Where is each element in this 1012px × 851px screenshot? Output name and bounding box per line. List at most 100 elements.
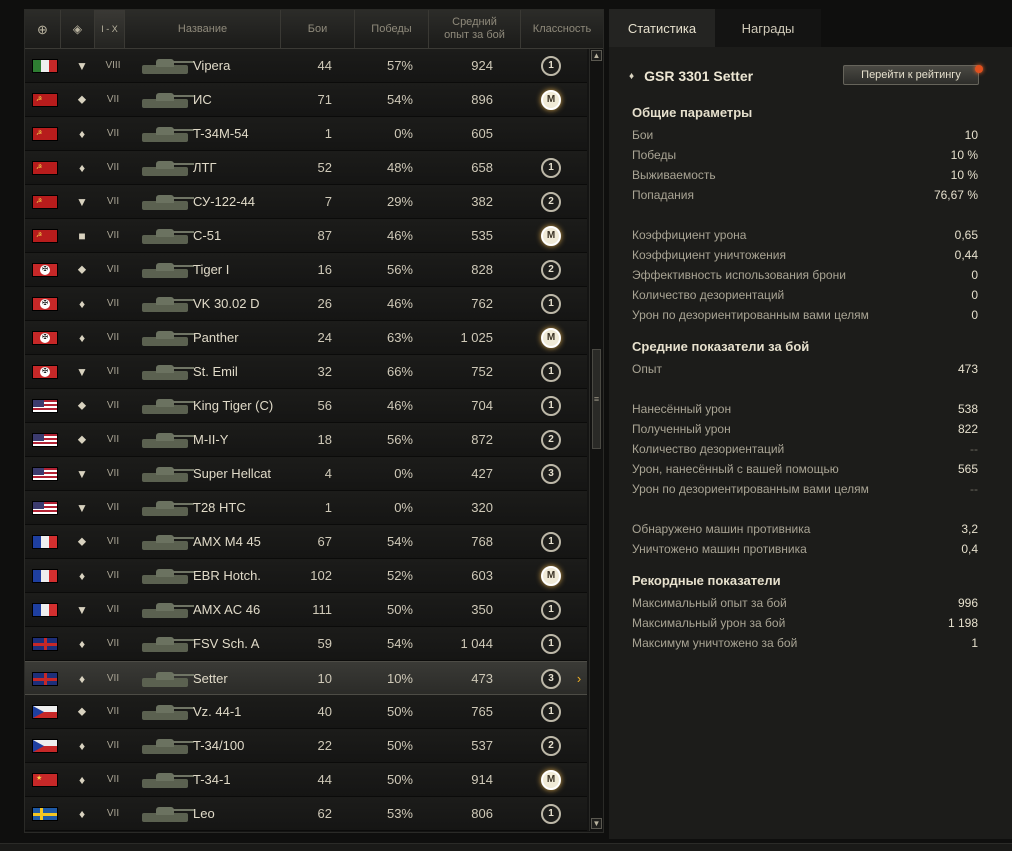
tank-icon	[136, 531, 196, 553]
notification-dot-icon	[975, 65, 983, 73]
table-row[interactable]: ▼ VIII Vipera 44 57% 924 1	[25, 49, 587, 83]
vehicle-type-icon: ♦	[78, 126, 86, 141]
avg-exp-cell: 658	[471, 160, 493, 175]
stat-label: Победы	[632, 148, 677, 162]
class-column-header[interactable]: Классность	[521, 10, 603, 48]
avg-exp-column-header[interactable]: Средний опыт за бой	[429, 10, 521, 48]
stat-label: Количество дезориентаций	[632, 442, 785, 456]
stat-value: 565	[957, 462, 978, 476]
wins-cell: 54%	[386, 534, 413, 549]
tank-thumbnail	[133, 797, 199, 830]
vehicle-name: Vipera	[193, 58, 231, 73]
stat-row: Победы 10 %	[632, 145, 978, 165]
table-row[interactable]: ☭ ▼ VII СУ-122-44 7 29% 382 2	[25, 185, 587, 219]
nation-cell	[31, 593, 59, 626]
table-row[interactable]: ☭ ♦ VII ЛТГ 52 48% 658 1	[25, 151, 587, 185]
table-row[interactable]: ☭ ⬥ VII ИС 71 54% 896 M	[25, 83, 587, 117]
tier-filter-button[interactable]: I - X	[95, 10, 125, 48]
tab-awards[interactable]: Награды	[715, 9, 821, 47]
stat-label: Максимум уничтожено за бой	[632, 636, 798, 650]
table-row[interactable]: ⬥ VII AMX M4 45 67 54% 768 1	[25, 525, 587, 559]
mastery-badge-icon: 3	[541, 668, 561, 689]
table-row[interactable]: ✠ ▼ VII St. Emil 32 66% 752 1	[25, 355, 587, 389]
tank-thumbnail	[133, 49, 199, 82]
mastery-badge-icon: 2	[541, 259, 561, 280]
vehicle-type-icon: ⬥	[77, 262, 87, 276]
type-filter-button[interactable]: ◈	[61, 10, 95, 48]
tank-thumbnail	[133, 151, 199, 184]
table-row[interactable]: ♦ VII Setter 10 10% 473 3 ›	[25, 661, 587, 695]
nation-cell: ✠	[31, 355, 59, 388]
nation-cell	[31, 491, 59, 524]
stat-row: Коэффициент урона 0,65	[632, 225, 978, 245]
mastery-badge-icon: 2	[541, 191, 561, 212]
tier-cell: VII	[106, 230, 120, 241]
mastery-badge-icon: 1	[541, 531, 561, 552]
table-row[interactable]: ▼ VII T28 HTC 1 0% 320	[25, 491, 587, 525]
table-row[interactable]: ▼ VII Super Hellcat 4 0% 427 3	[25, 457, 587, 491]
stat-row: Количество дезориентаций 0	[632, 285, 978, 305]
rating-button[interactable]: Перейти к рейтингу	[843, 65, 979, 85]
table-row[interactable]: ✠ ♦ VII Panther 24 63% 1 025 M	[25, 321, 587, 355]
flag-usa-icon	[32, 500, 58, 515]
mastery-badge-icon: 2	[541, 735, 561, 756]
battles-cell: 52	[317, 160, 332, 175]
vehicle-name: FSV Sch. A	[193, 636, 260, 651]
mastery-badge-icon: M	[541, 89, 561, 110]
vehicle-type-icon: ⬥	[77, 534, 87, 548]
table-row[interactable]: ✠ ⬥ VII Tiger I 16 56% 828 2	[25, 253, 587, 287]
wins-cell: 56%	[386, 262, 413, 277]
table-row[interactable]: ⬥ VII King Tiger (C) 56 46% 704 1	[25, 389, 587, 423]
nation-cell	[31, 695, 59, 728]
mastery-badge-icon: 1	[541, 55, 561, 76]
vehicle-rows: ▼ VIII Vipera 44 57% 924 1 ☭ ⬥ VII ИС 71…	[25, 49, 587, 831]
wins-cell: 29%	[386, 194, 413, 209]
vehicle-name: С-51	[193, 228, 222, 243]
scroll-down-button[interactable]: ▼	[591, 818, 602, 829]
table-row[interactable]: ☭ ♦ VII T-34M-54 1 0% 605	[25, 117, 587, 151]
battles-column-header[interactable]: Бои	[281, 10, 355, 48]
scrollbar[interactable]: ▲ ≡ ▼	[589, 49, 603, 831]
average-section-title: Средние показатели за бой	[632, 339, 810, 354]
table-row[interactable]: ▼ VII AMX AC 46 111 50% 350 1	[25, 593, 587, 627]
scrollbar-thumb[interactable]: ≡	[592, 349, 601, 449]
tank-thumbnail	[133, 117, 199, 150]
table-row[interactable]: ♦ VII FSV Sch. A 59 54% 1 044 1	[25, 627, 587, 661]
mastery-badge-icon: M	[541, 225, 561, 246]
avg-exp-cell: 768	[471, 534, 493, 549]
battles-cell: 18	[317, 432, 332, 447]
table-row[interactable]: ♦ VII T-34/100 22 50% 537 2	[25, 729, 587, 763]
battles-cell: 7	[324, 194, 332, 209]
table-row[interactable]: ♦ VII Leo 62 53% 806 1	[25, 797, 587, 831]
class-cell: 1	[533, 49, 569, 82]
nation-cell: ★	[31, 763, 59, 796]
table-row[interactable]: ★ ♦ VII T-34-1 44 50% 914 M	[25, 763, 587, 797]
table-row[interactable]: ☭ ■ VII С-51 87 46% 535 M	[25, 219, 587, 253]
tank-icon	[136, 327, 196, 349]
tank-thumbnail	[133, 355, 199, 388]
avg-exp-cell: 603	[471, 568, 493, 583]
tank-thumbnail	[133, 389, 199, 422]
vehicle-name: Setter	[193, 671, 228, 686]
tank-icon	[136, 497, 196, 519]
tab-statistics[interactable]: Статистика	[609, 9, 715, 47]
avg-exp-cell: 752	[471, 364, 493, 379]
name-column-header[interactable]: Название	[125, 10, 281, 48]
table-row[interactable]: ⬥ VII Vz. 44-1 40 50% 765 1	[25, 695, 587, 729]
table-row[interactable]: ✠ ♦ VII VK 30.02 D 26 46% 762 1	[25, 287, 587, 321]
stat-label: Урон по дезориентированным вами целям	[632, 308, 869, 322]
nation-filter-button[interactable]: ⊕	[25, 10, 61, 48]
avg-exp-cell: 806	[471, 806, 493, 821]
mastery-badge-icon: 1	[541, 157, 561, 178]
battles-cell: 1	[324, 126, 332, 141]
table-row[interactable]: ⬥ VII M-II-Y 18 56% 872 2	[25, 423, 587, 457]
class-cell: 1	[533, 525, 569, 558]
table-row[interactable]: ♦ VII EBR Hotch. 102 52% 603 M	[25, 559, 587, 593]
scroll-up-button[interactable]: ▲	[591, 50, 602, 61]
flag-ussr-icon: ☭	[32, 160, 58, 175]
stat-label: Выживаемость	[632, 168, 716, 182]
wins-column-header[interactable]: Победы	[355, 10, 429, 48]
wins-cell: 0%	[394, 466, 413, 481]
flag-italy-icon	[32, 58, 58, 73]
nation-cell	[31, 525, 59, 558]
